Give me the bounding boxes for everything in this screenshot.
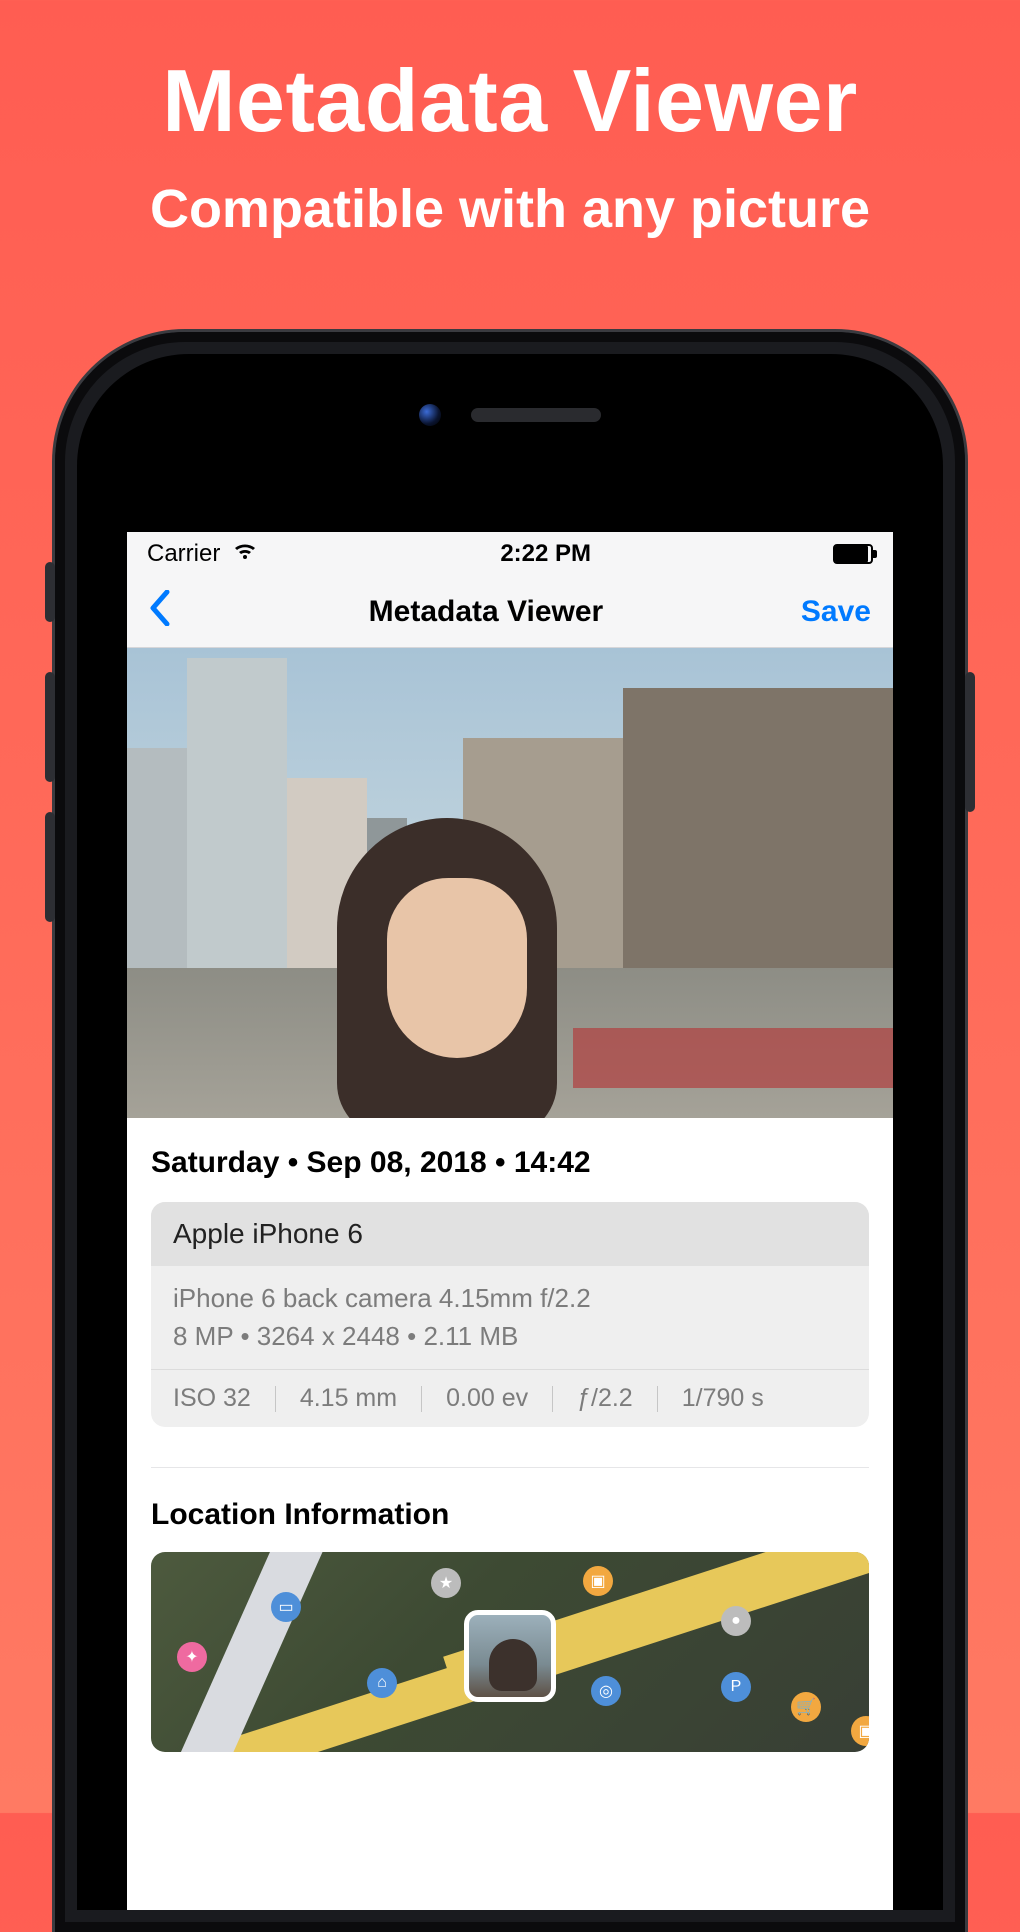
carrier-label: Carrier	[147, 540, 220, 568]
promo-subtitle: Compatible with any picture	[0, 178, 1020, 240]
phone-mute-switch	[45, 562, 55, 622]
map-pin-icon: ●	[721, 1606, 751, 1636]
device-card: Apple iPhone 6 iPhone 6 back camera 4.15…	[151, 1202, 869, 1427]
photo-preview[interactable]	[127, 648, 893, 1118]
save-button[interactable]: Save	[801, 595, 871, 629]
device-name: Apple iPhone 6	[151, 1202, 869, 1266]
photo-datetime: Saturday • Sep 08, 2018 • 14:42	[151, 1146, 869, 1180]
map-pin-icon: ◎	[591, 1676, 621, 1706]
phone-sensor-bar	[419, 404, 601, 426]
phone-frame: Carrier 2:22 PM Metadata Viewer Save	[55, 332, 965, 1932]
map-pin-icon: ▣	[583, 1566, 613, 1596]
exif-row: ISO 32 4.15 mm 0.00 ev ƒ/2.2 1/790 s	[151, 1369, 869, 1427]
exif-focal: 4.15 mm	[300, 1384, 397, 1413]
navigation-bar: Metadata Viewer Save	[127, 576, 893, 648]
location-map[interactable]: ✦ ▭ ★ ▣ ⌂ ◎ ● P 🛒 ▣	[151, 1552, 869, 1752]
phone-volume-up	[45, 672, 55, 782]
speaker-slot-icon	[471, 408, 601, 422]
resolution-info: 8 MP • 3264 x 2448 • 2.11 MB	[173, 1318, 847, 1356]
exif-aperture: ƒ/2.2	[577, 1384, 633, 1413]
page-title: Metadata Viewer	[369, 595, 604, 629]
phone-bezel: Carrier 2:22 PM Metadata Viewer Save	[77, 354, 943, 1910]
location-section-title: Location Information	[127, 1498, 893, 1552]
wifi-icon	[232, 540, 258, 568]
map-pin-icon: ▣	[851, 1716, 869, 1746]
front-camera-icon	[419, 404, 441, 426]
exif-ev: 0.00 ev	[446, 1384, 528, 1413]
back-button[interactable]	[149, 590, 171, 633]
exif-iso: ISO 32	[173, 1384, 251, 1413]
map-pin-icon: P	[721, 1672, 751, 1702]
phone-screen: Carrier 2:22 PM Metadata Viewer Save	[127, 532, 893, 1910]
map-pin-icon: 🛒	[791, 1692, 821, 1722]
phone-power-button	[965, 672, 975, 812]
section-divider	[151, 1467, 869, 1468]
exif-shutter: 1/790 s	[682, 1384, 764, 1413]
status-time: 2:22 PM	[500, 540, 591, 568]
map-pin-icon: ▭	[271, 1592, 301, 1622]
map-pin-icon: ★	[431, 1568, 461, 1598]
battery-icon	[833, 544, 873, 564]
lens-info: iPhone 6 back camera 4.15mm f/2.2	[173, 1280, 847, 1318]
phone-volume-down	[45, 812, 55, 922]
content-scroll[interactable]: Saturday • Sep 08, 2018 • 14:42 Apple iP…	[127, 648, 893, 1752]
map-photo-thumbnail[interactable]	[464, 1610, 556, 1702]
status-bar: Carrier 2:22 PM	[127, 532, 893, 576]
map-pin-icon: ✦	[177, 1642, 207, 1672]
promo-title: Metadata Viewer	[0, 0, 1020, 152]
